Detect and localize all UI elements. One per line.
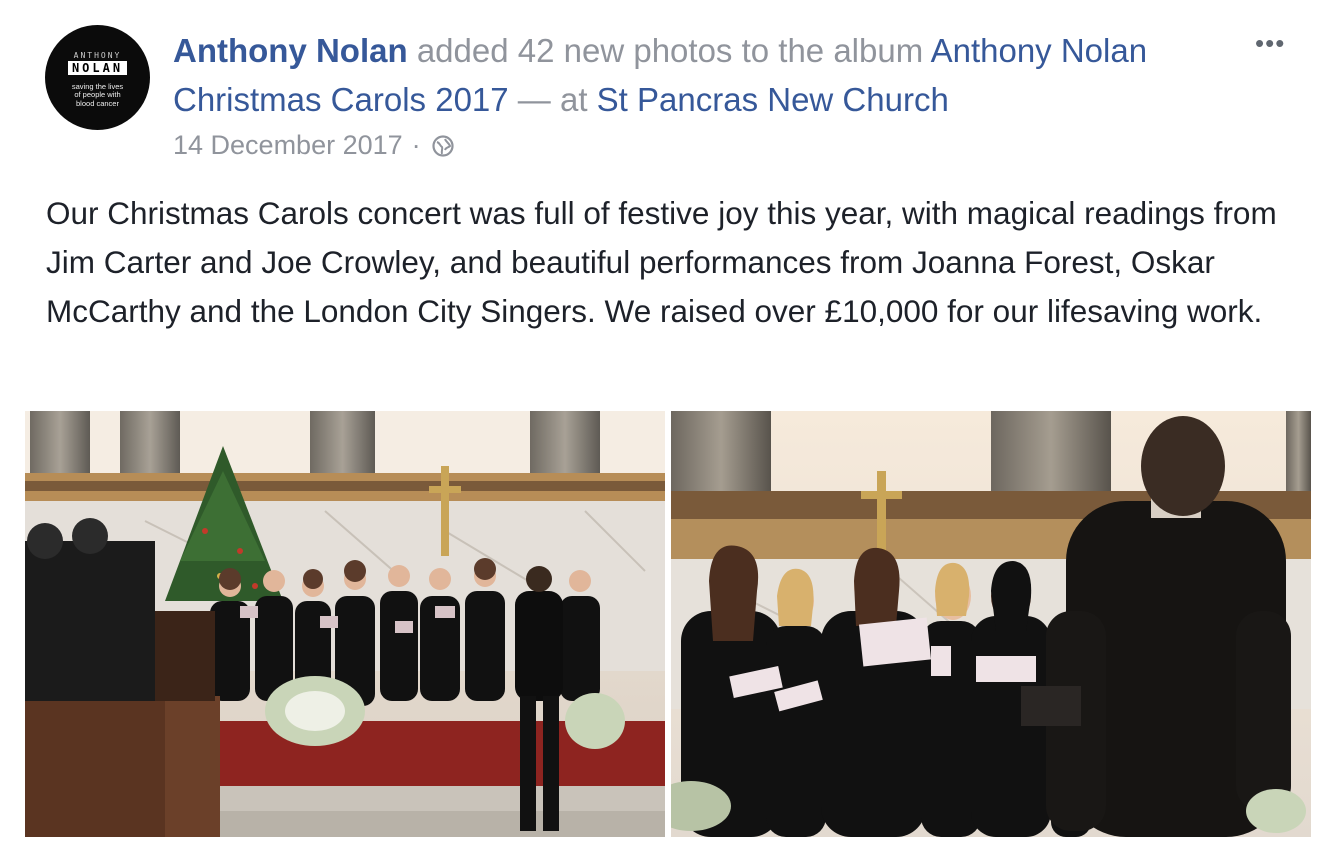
page-avatar[interactable]: ANTHONY NOLAN saving the lives of people… [45,25,150,130]
location-link[interactable]: St Pancras New Church [597,81,949,118]
more-options-button[interactable]: ••• [1255,28,1285,59]
post-body-text: Our Christmas Carols concert was full of… [46,195,1277,329]
logo-tagline-line: blood cancer [76,98,119,108]
album-photo-2[interactable] [671,411,1311,837]
choir-photo-closeup [671,411,1311,837]
post-headline: Anthony Nolan added 42 new photos to the… [173,26,1173,124]
meta-separator: · [411,130,421,160]
action-text: added 42 new photos to the album [416,32,924,69]
author-link[interactable]: Anthony Nolan [173,32,408,69]
post-meta: 14 December 2017 · [173,130,455,161]
logo-tagline: saving the lives of people with blood ca… [66,82,130,109]
globe-icon[interactable] [431,134,455,158]
post-date[interactable]: 14 December 2017 [173,130,403,161]
choir-photo-wide [25,411,665,837]
album-photo-1[interactable] [25,411,665,837]
logo-main-text: NOLAN [67,60,128,75]
location-prefix: — at [517,81,588,118]
logo-top-text: ANTHONY [73,50,122,60]
